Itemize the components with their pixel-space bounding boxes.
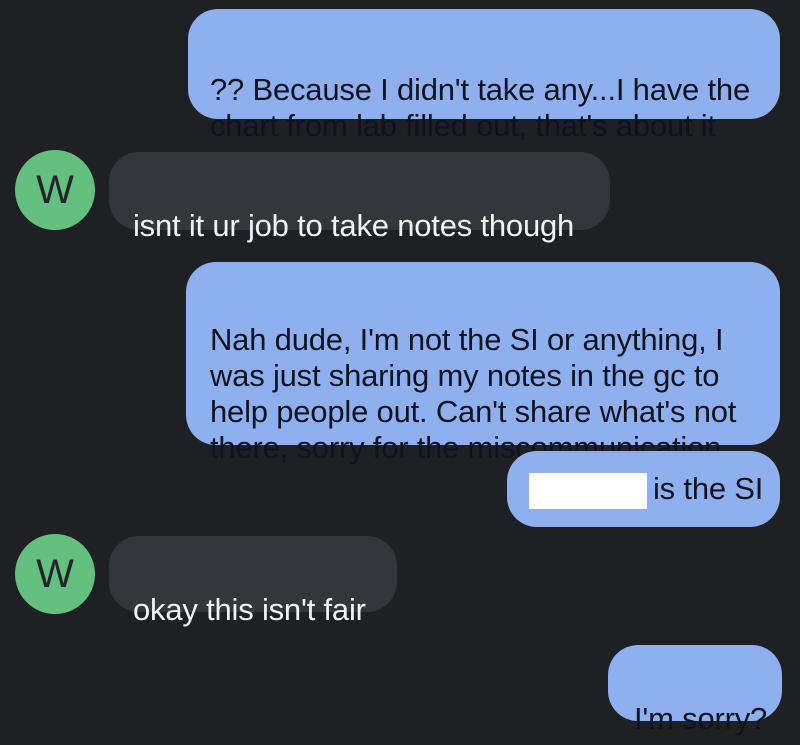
message-text: is the SI [653, 471, 764, 506]
message-text: I'm sorry? [634, 701, 768, 736]
received-message-bubble[interactable]: okay this isn't fair [109, 536, 397, 627]
contact-avatar[interactable]: W [15, 534, 95, 614]
contact-avatar[interactable]: W [15, 150, 95, 230]
sent-message-bubble[interactable]: ?? Because I didn't take any...I have th… [188, 9, 780, 143]
message-text: okay this isn't fair [133, 592, 366, 627]
sent-message-bubble[interactable]: is the SI [507, 451, 780, 527]
redacted-name-box [529, 472, 647, 509]
message-text: isnt it ur job to take notes though [133, 208, 575, 243]
message-text: ?? Because I didn't take any...I have th… [210, 72, 751, 143]
sent-message-bubble[interactable]: I'm sorry? [608, 645, 782, 736]
received-message-bubble[interactable]: isnt it ur job to take notes though [109, 152, 610, 243]
sent-message-bubble[interactable]: Nah dude, I'm not the SI or anything, I … [186, 262, 780, 465]
message-text: Nah dude, I'm not the SI or anything, I … [210, 322, 737, 465]
message-thread: ?? Because I didn't take any...I have th… [0, 0, 800, 745]
